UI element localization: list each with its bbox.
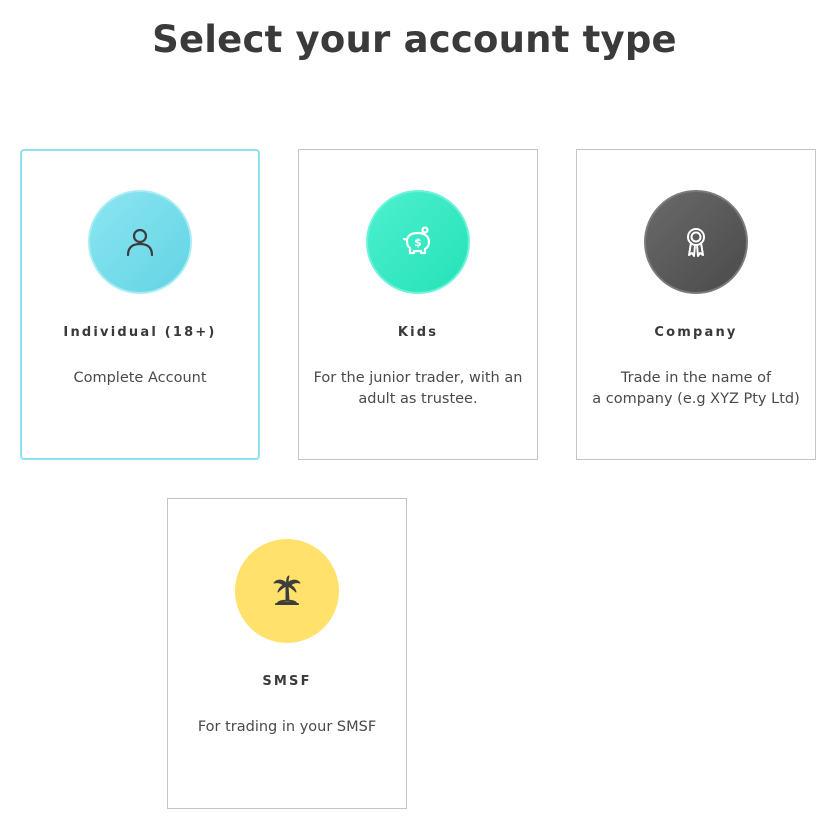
palm-tree-icon bbox=[273, 575, 301, 605]
card-description: Trade in the name of a company (e.g XYZ … bbox=[592, 370, 800, 407]
person-icon bbox=[126, 228, 154, 257]
card-title: Kids bbox=[397, 325, 439, 340]
account-type-card-individual[interactable]: Individual (18+) Complete Account bbox=[20, 149, 260, 460]
account-type-card-kids[interactable]: $ Kids For the junior trader, with an ad… bbox=[298, 149, 538, 460]
card-description: For trading in your SMSF bbox=[197, 719, 377, 735]
card-title: SMSF bbox=[262, 674, 312, 689]
kids-icon-circle: $ bbox=[366, 190, 470, 294]
company-icon-circle bbox=[644, 190, 748, 294]
svg-text:$: $ bbox=[414, 236, 422, 249]
smsf-icon-circle bbox=[235, 539, 339, 643]
account-type-card-smsf[interactable]: SMSF For trading in your SMSF bbox=[167, 498, 407, 809]
card-title: Company bbox=[654, 325, 738, 340]
card-description: For the junior trader, with an adult as … bbox=[313, 370, 523, 407]
page-title: Select your account type bbox=[152, 18, 677, 61]
individual-icon-circle bbox=[88, 190, 192, 294]
card-description: Complete Account bbox=[73, 370, 207, 386]
piggy-bank-icon: $ bbox=[402, 226, 431, 255]
award-ribbon-icon bbox=[687, 228, 705, 257]
card-title: Individual (18+) bbox=[63, 325, 217, 340]
account-type-card-company[interactable]: Company Trade in the name of a company (… bbox=[576, 149, 816, 460]
